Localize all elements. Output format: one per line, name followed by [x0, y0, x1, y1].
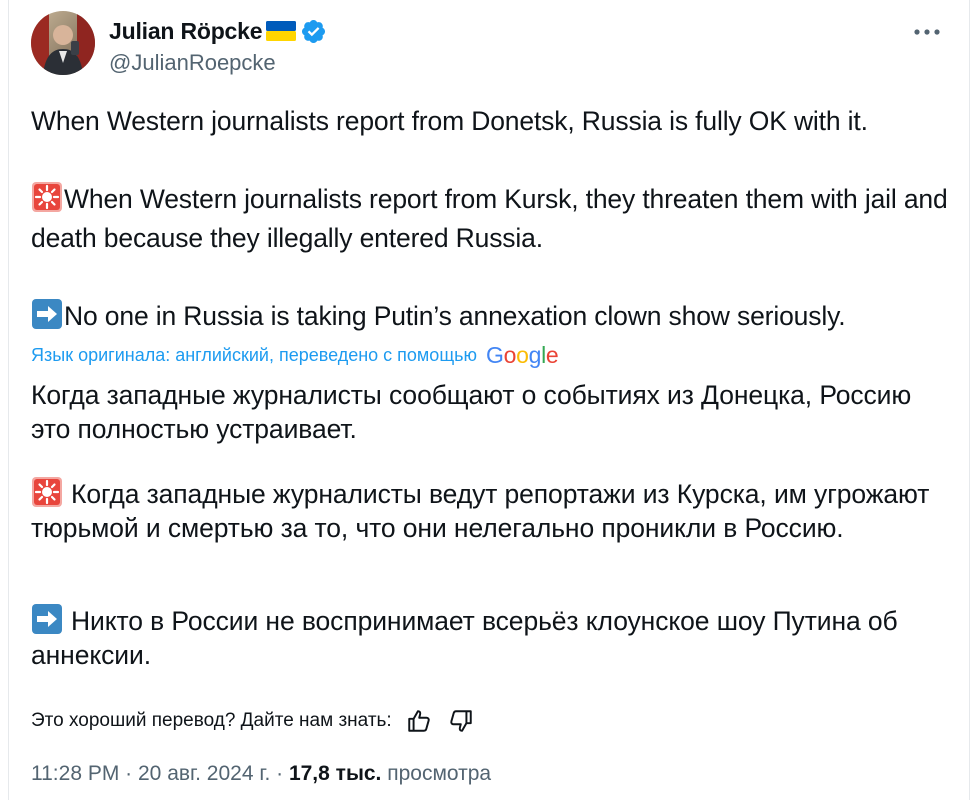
more-options-icon [914, 29, 940, 35]
tweet-text-line-2: When Western journalists report from Kur… [31, 180, 951, 258]
tweet-card: Julian Röpcke @JulianRoepcke When Wester… [8, 0, 970, 800]
google-logo: Google [486, 341, 559, 368]
translated-paragraph-2: Когда западные журналисты ведут репортаж… [31, 476, 951, 545]
tweet-text-line-3: No one in Russia is taking Putin’s annex… [31, 297, 951, 336]
views-label: просмотра [387, 762, 492, 785]
original-line-3: No one in Russia is taking Putin’s annex… [64, 301, 846, 331]
tweet-time[interactable]: 11:28 PM [31, 762, 119, 786]
tweet-date[interactable]: 20 авг. 2024 г. [138, 762, 270, 786]
rotating-light-emoji [31, 181, 63, 213]
thumbs-down-button[interactable] [446, 706, 476, 736]
feedback-question: Это хороший перевод? Дайте нам знать: [31, 710, 392, 731]
translated-text-3: Никто в России не воспринимает всерьёз к… [31, 606, 898, 670]
verified-badge-icon[interactable] [300, 18, 327, 45]
right-arrow-emoji [31, 298, 63, 330]
thumbs-up-icon [407, 710, 430, 732]
author-name-row: Julian Röpcke [109, 14, 327, 48]
thumbs-up-button[interactable] [404, 706, 434, 736]
translated-text-1: Когда западные журналисты сообщают о соб… [31, 380, 912, 444]
more-options-button[interactable] [909, 18, 945, 46]
meta-separator: · [270, 762, 289, 785]
ukraine-flag-icon [265, 20, 297, 42]
author-name[interactable]: Julian Röpcke [109, 18, 263, 45]
original-line-2: When Western journalists report from Kur… [31, 184, 948, 253]
translated-paragraph-3: Никто в России не воспринимает всерьёз к… [31, 603, 951, 672]
translation-note[interactable]: Язык оригинала: английский, переведено с… [31, 341, 559, 369]
author-handle[interactable]: @JulianRoepcke [109, 50, 276, 76]
translation-note-text: Язык оригинала: английский, переведено с… [31, 344, 478, 365]
original-line-1: When Western journalists report from Don… [31, 106, 868, 136]
translated-text-2: Когда западные журналисты ведут репортаж… [31, 479, 930, 543]
views-count: 17,8 тыс. [288, 762, 382, 785]
right-arrow-emoji [31, 603, 63, 635]
translation-feedback-row: Это хороший перевод? Дайте нам знать: [31, 706, 476, 736]
tweet-text-line-1: When Western journalists report from Don… [31, 102, 951, 141]
tweet-meta: 11:28 PM · 20 авг. 2024 г. · 17,8 тыс. п… [31, 762, 491, 786]
thumbs-down-icon [449, 710, 472, 732]
author-avatar[interactable] [31, 11, 95, 75]
meta-separator: · [119, 762, 138, 785]
translated-paragraph-1: Когда западные журналисты сообщают о соб… [31, 378, 951, 446]
avatar-image-icon [31, 11, 95, 75]
rotating-light-emoji [31, 476, 63, 508]
